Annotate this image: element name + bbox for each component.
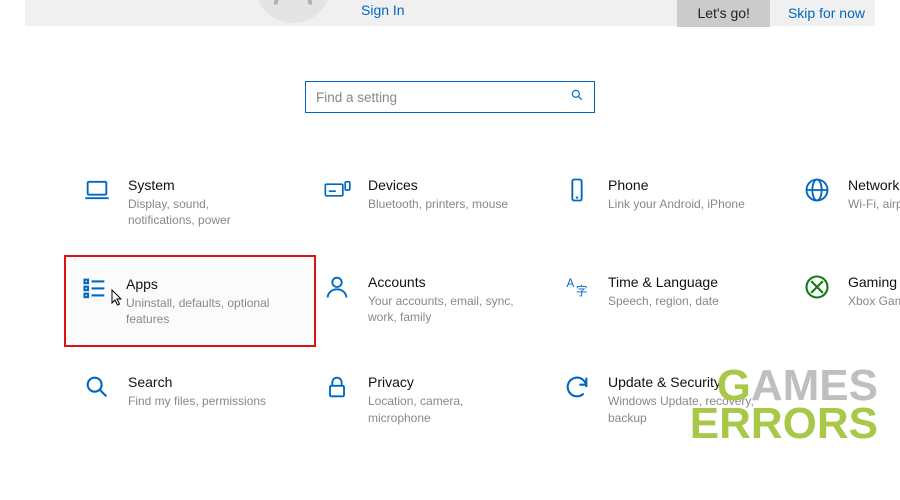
tile-update-security[interactable]: Update & Security Windows Update, recove… [556,365,796,434]
tile-desc: Link your Android, iPhone [608,196,758,212]
tile-desc: Find my files, permissions [128,393,278,409]
language-icon: A字 [560,273,594,330]
avatar [255,0,331,23]
tile-gaming[interactable]: Gaming Xbox Game Bar, captures, Game Mod… [796,265,900,338]
xbox-icon [800,273,834,330]
tile-title: Privacy [368,373,546,391]
top-bar: Sign In Let's go! Skip for now [25,0,875,26]
tile-accounts[interactable]: Accounts Your accounts, email, sync, wor… [316,265,556,338]
tile-time-language[interactable]: A字 Time & Language Speech, region, date [556,265,796,338]
sign-in-link[interactable]: Sign In [361,2,405,18]
keyboard-icon [320,176,354,229]
cursor-icon [111,289,125,307]
list-icon [78,275,112,328]
tile-desc: Speech, region, date [608,293,758,309]
tile-desc: Uninstall, defaults, optional features [126,295,276,327]
tile-network[interactable]: Network Wi-Fi, airplane mode [796,168,900,237]
tile-desc: Your accounts, email, sync, work, family [368,293,518,325]
svg-text:A: A [567,277,575,290]
lock-icon [320,373,354,426]
tile-title: Search [128,373,306,391]
tile-title: Accounts [368,273,546,291]
person-icon [320,273,354,330]
tile-desc: Windows Update, recovery, backup [608,393,758,425]
tile-desc: Xbox Game Bar, captures, Game Mode [848,293,890,309]
tile-title: Apps [126,275,304,293]
lets-go-button[interactable]: Let's go! [677,0,770,27]
svg-text:字: 字 [576,284,588,298]
tile-system[interactable]: System Display, sound, notifications, po… [76,168,316,237]
sync-icon [560,373,594,426]
tile-desc: Location, camera, microphone [368,393,518,425]
phone-icon [560,176,594,229]
tile-search[interactable]: Search Find my files, permissions [76,365,316,434]
tile-title: Time & Language [608,273,786,291]
tile-devices[interactable]: Devices Bluetooth, printers, mouse [316,168,556,237]
tile-title: Devices [368,176,546,194]
tile-title: Update & Security [608,373,786,391]
magnify-icon [80,373,114,426]
settings-grid: System Display, sound, notifications, po… [0,113,900,434]
tile-title: System [128,176,306,194]
tile-apps[interactable]: Apps Uninstall, defaults, optional featu… [64,255,316,348]
globe-icon [800,176,834,229]
search-input[interactable] [316,90,570,105]
search-box[interactable] [305,81,595,113]
tile-title: Network [848,176,890,194]
tile-desc: Bluetooth, printers, mouse [368,196,518,212]
tile-desc: Wi-Fi, airplane mode [848,196,890,212]
tile-phone[interactable]: Phone Link your Android, iPhone [556,168,796,237]
tile-desc: Display, sound, notifications, power [128,196,278,228]
tile-title: Gaming [848,273,890,291]
tile-privacy[interactable]: Privacy Location, camera, microphone [316,365,556,434]
laptop-icon [80,176,114,229]
search-icon [570,88,584,107]
tile-title: Phone [608,176,786,194]
skip-link[interactable]: Skip for now [788,5,865,21]
